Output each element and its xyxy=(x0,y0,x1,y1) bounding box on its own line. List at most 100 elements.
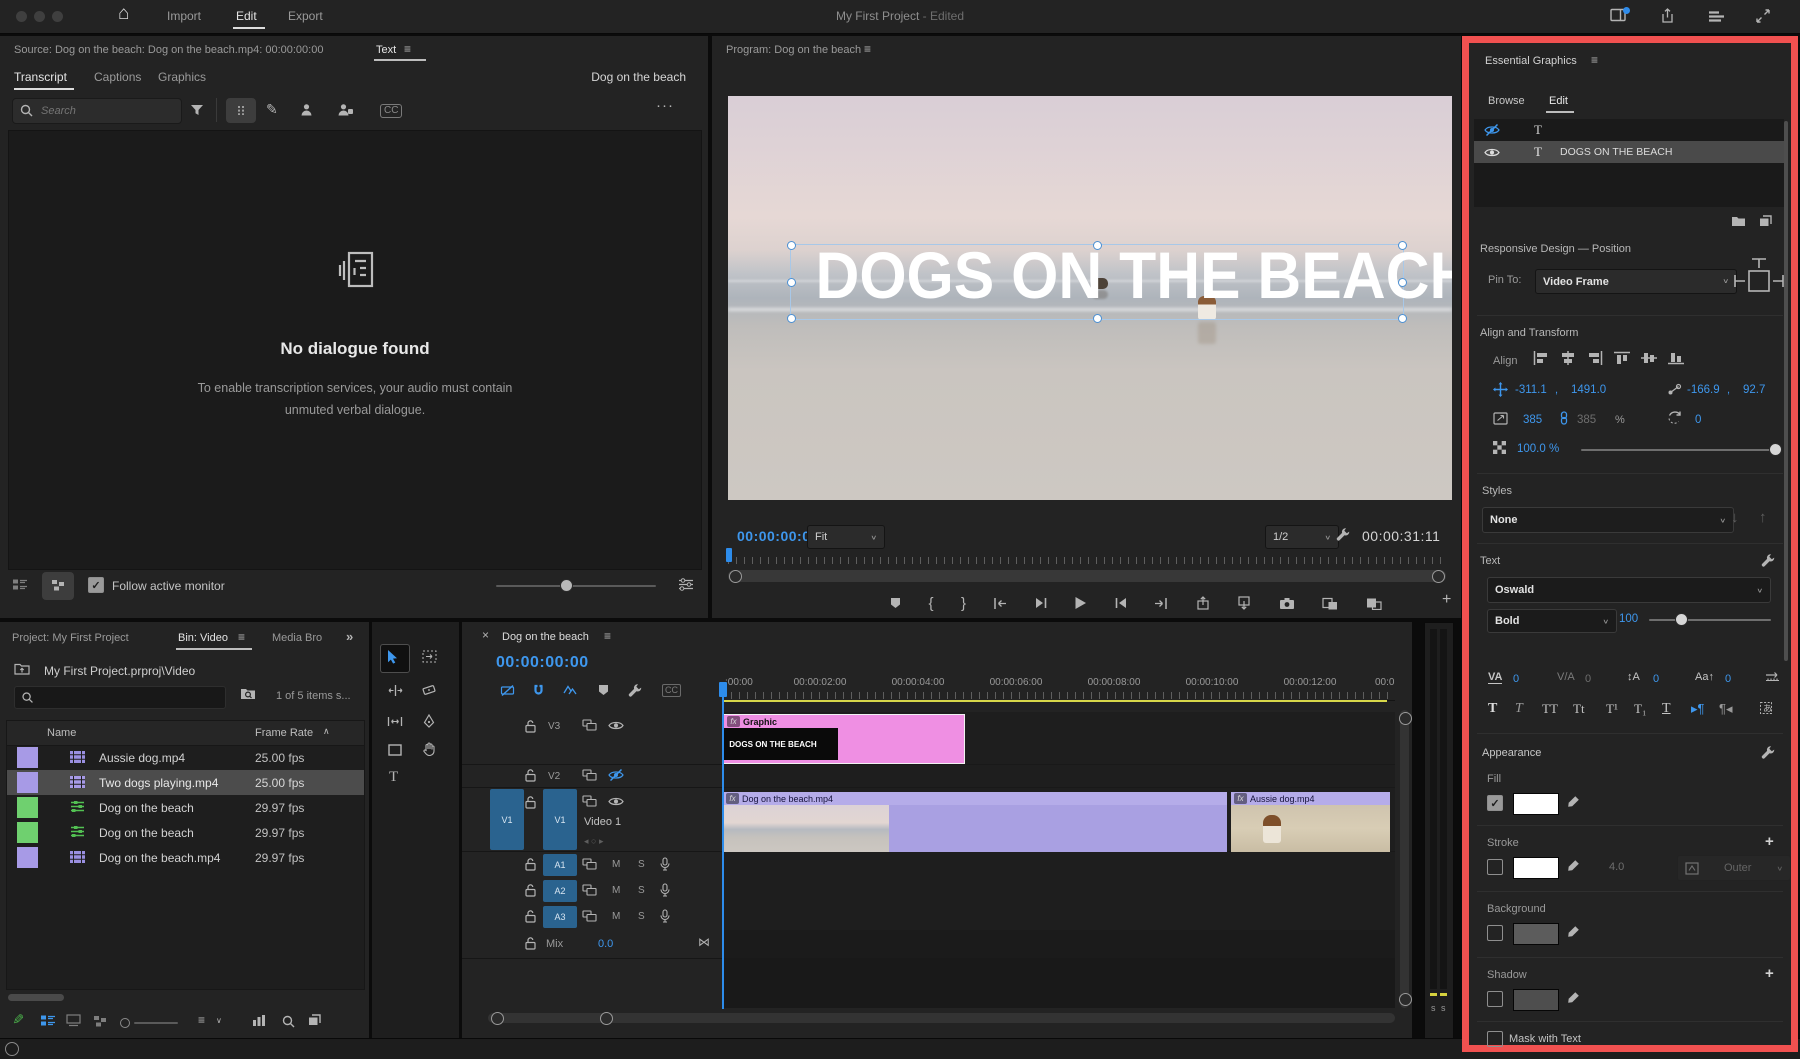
font-size-slider-knob[interactable] xyxy=(1675,613,1688,626)
solo-button[interactable]: S xyxy=(638,859,645,870)
add-marker-icon[interactable] xyxy=(890,597,901,609)
underline-icon[interactable]: T xyxy=(1662,701,1671,717)
multi-camera-icon[interactable] xyxy=(1366,597,1382,610)
lock-icon[interactable] xyxy=(525,720,536,733)
eg-scrollbar[interactable] xyxy=(1784,121,1788,661)
pen-tool-icon[interactable] xyxy=(423,714,435,728)
snap-icon[interactable] xyxy=(532,684,545,697)
styles-dropdown[interactable]: None∨ xyxy=(1482,507,1734,533)
lock-icon[interactable] xyxy=(525,769,536,782)
background-color-swatch[interactable] xyxy=(1513,923,1559,945)
shadow-checkbox[interactable] xyxy=(1487,991,1503,1007)
title-selection-box[interactable]: DOGS ON THE BEACH xyxy=(790,244,1404,320)
handle-top-left[interactable] xyxy=(787,241,796,250)
opacity-value[interactable]: 100.0 % xyxy=(1517,443,1559,455)
type-tool-icon[interactable]: T xyxy=(389,770,398,785)
tab-browse[interactable]: Browse xyxy=(1488,95,1525,107)
lock-icon[interactable] xyxy=(525,937,536,950)
layer-visibility-icon[interactable] xyxy=(1484,147,1500,158)
ltr-paragraph-icon[interactable]: ▸¶ xyxy=(1691,701,1705,717)
align-left-icon[interactable] xyxy=(1533,351,1549,365)
position-x-value[interactable]: -311.1 xyxy=(1515,384,1547,396)
tab-sequence[interactable]: Dog on the beach xyxy=(502,631,589,643)
extract-icon[interactable] xyxy=(1237,596,1251,610)
shadow-eyedropper-icon[interactable] xyxy=(1567,991,1580,1004)
tab-transcript[interactable]: Transcript xyxy=(14,70,67,84)
sync-lock-icon[interactable] xyxy=(582,884,597,896)
track-target-a2[interactable]: A2 xyxy=(543,880,577,902)
opacity-slider-track[interactable] xyxy=(1581,449,1777,451)
follow-monitor-checkbox[interactable]: ✓ xyxy=(88,577,104,593)
bin-breadcrumb[interactable]: My First Project.prproj\Video xyxy=(44,664,195,678)
font-size-slider-track[interactable] xyxy=(1649,619,1771,621)
faux-bold-icon[interactable]: T xyxy=(1488,701,1497,717)
find-icon[interactable] xyxy=(282,1015,295,1028)
mute-button[interactable]: M xyxy=(612,911,620,922)
text-panel-menu-icon[interactable]: ≡ xyxy=(404,43,411,55)
opacity-slider-knob[interactable] xyxy=(1769,443,1782,456)
bin-row[interactable]: Dog on the beach 29.97 fps xyxy=(7,820,364,845)
add-stroke-icon[interactable]: + xyxy=(1765,834,1774,849)
text-outline-icon[interactable]: あ xyxy=(1759,701,1773,715)
automate-to-sequence-icon[interactable] xyxy=(252,1014,266,1027)
layer-row-selected[interactable]: T DOGS ON THE BEACH xyxy=(1474,141,1784,163)
tab-edit[interactable]: Edit xyxy=(1549,95,1568,107)
voiceover-mic-icon[interactable] xyxy=(660,883,670,897)
anchor-y-value[interactable]: 92.7 xyxy=(1743,384,1765,396)
sort-icon[interactable]: ≡ xyxy=(198,1014,205,1026)
step-forward-icon[interactable] xyxy=(1115,597,1127,609)
step-back-icon[interactable] xyxy=(1035,597,1047,609)
slip-tool-icon[interactable] xyxy=(387,716,403,727)
stroke-width-value[interactable]: 4.0 xyxy=(1609,861,1624,873)
text-align-center-icon[interactable] xyxy=(1513,639,1519,650)
workspaces-menu-icon[interactable] xyxy=(1708,10,1725,23)
handle-bottom-left[interactable] xyxy=(787,314,796,323)
layer-name[interactable]: DOGS ON THE BEACH xyxy=(1560,146,1672,158)
pin-to-dropdown[interactable]: Video Frame∨ xyxy=(1535,269,1737,294)
bin-search-input[interactable] xyxy=(39,688,221,707)
text-settings-wrench-icon[interactable] xyxy=(1761,553,1775,567)
selection-tool-icon[interactable] xyxy=(387,649,399,664)
timeline-v-scrollbar-bottom-handle[interactable] xyxy=(1399,993,1412,1006)
clip-beach[interactable]: fx Dog on the beach.mp4 xyxy=(723,792,1227,852)
mark-in-icon[interactable]: { xyxy=(928,596,933,611)
rectangle-tool-icon[interactable] xyxy=(388,744,402,756)
column-frame-rate[interactable]: Frame Rate xyxy=(255,727,313,739)
label-color-swatch[interactable] xyxy=(17,797,38,818)
project-writable-icon[interactable]: ✎ xyxy=(11,1013,25,1025)
align-bottom-icon[interactable] xyxy=(1668,351,1684,365)
handle-mid-left[interactable] xyxy=(787,278,796,287)
label-color-swatch[interactable] xyxy=(17,772,38,793)
timeline-h-scrollbar[interactable] xyxy=(488,1013,1395,1023)
nest-sequences-icon[interactable] xyxy=(500,684,515,697)
sync-lock-icon[interactable] xyxy=(582,769,597,781)
fill-eyedropper-icon[interactable] xyxy=(1567,795,1580,808)
track-output-eye-icon[interactable] xyxy=(608,720,624,731)
settings-sliders-icon[interactable] xyxy=(678,578,694,591)
bin-row[interactable]: Dog on the beach.mp4 29.97 fps xyxy=(7,845,364,870)
sync-lock-icon[interactable] xyxy=(582,719,597,731)
mix-value[interactable]: 0.0 xyxy=(598,938,613,950)
faux-italic-icon[interactable]: T xyxy=(1515,701,1523,717)
handle-bottom-right[interactable] xyxy=(1398,314,1407,323)
program-scrollbar-right-handle[interactable] xyxy=(1432,570,1445,583)
align-center-v-icon[interactable] xyxy=(1641,351,1657,365)
sync-lock-icon[interactable] xyxy=(582,910,597,922)
bin-item-name[interactable]: Dog on the beach xyxy=(99,826,194,840)
mark-out-icon[interactable]: } xyxy=(961,596,966,611)
source-patch-v1[interactable]: V1 xyxy=(490,789,524,850)
track-name-video1[interactable]: Video 1 xyxy=(584,816,621,828)
voiceover-mic-icon[interactable] xyxy=(660,909,670,923)
button-editor-plus-icon[interactable]: + xyxy=(1442,592,1451,608)
speaker-label-icon[interactable] xyxy=(300,103,313,116)
bin-panel-menu-icon[interactable]: ≡ xyxy=(238,631,245,643)
program-settings-wrench-icon[interactable] xyxy=(1336,527,1350,541)
track-target-a3[interactable]: A3 xyxy=(543,906,577,928)
bin-row[interactable]: Aussie dog.mp4 25.00 fps xyxy=(7,745,364,770)
style-push-down-icon[interactable]: ↓ xyxy=(1731,510,1739,525)
work-area-bar[interactable] xyxy=(723,700,1387,702)
align-right-icon[interactable] xyxy=(1587,351,1603,365)
tab-captions[interactable]: Captions xyxy=(94,70,141,84)
creative-cloud-sync-icon[interactable] xyxy=(5,1042,19,1056)
fullscreen-icon[interactable] xyxy=(1756,9,1770,23)
